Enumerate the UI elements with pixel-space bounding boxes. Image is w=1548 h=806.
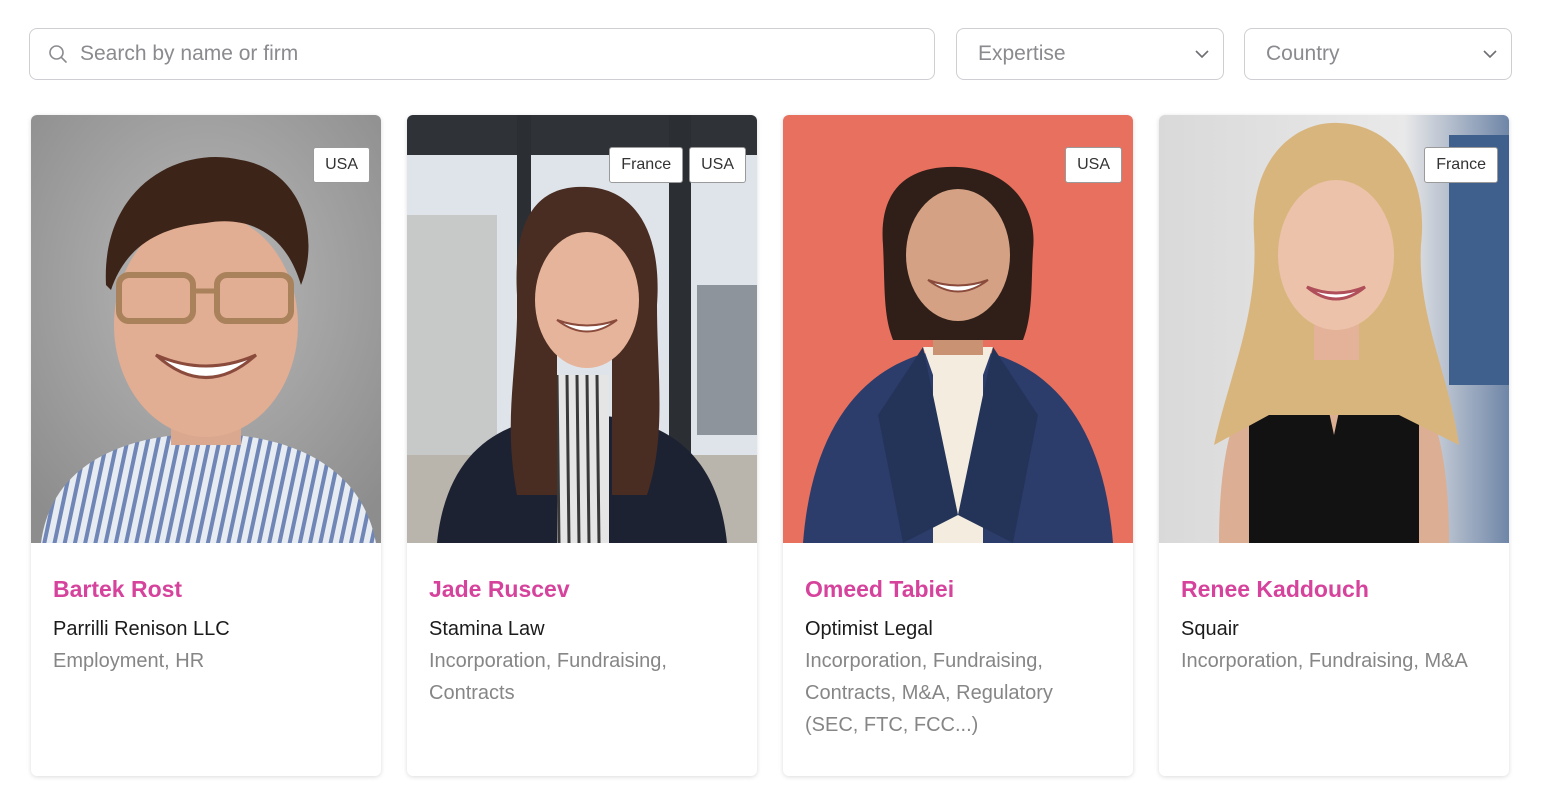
lawyer-name[interactable]: Omeed Tabiei: [805, 573, 1111, 605]
search-box[interactable]: [29, 28, 935, 80]
country-select-label: Country: [1266, 42, 1340, 65]
lawyer-name[interactable]: Jade Ruscev: [429, 573, 735, 605]
lawyer-photo: France USA: [407, 115, 757, 543]
country-badge: USA: [313, 147, 370, 183]
expertise-select-label: Expertise: [978, 42, 1066, 65]
lawyer-info: Jade Ruscev Stamina Law Incorporation, F…: [407, 543, 757, 709]
lawyer-card-jade-ruscev[interactable]: France USA Jade Ruscev Stamina Law Incor…: [407, 115, 757, 776]
lawyer-photo: USA: [783, 115, 1133, 543]
expertise-select[interactable]: Expertise: [956, 28, 1224, 80]
lawyer-info: Omeed Tabiei Optimist Legal Incorporatio…: [783, 543, 1133, 741]
lawyer-card-bartek-rost[interactable]: USA Bartek Rost Parrilli Renison LLC Emp…: [31, 115, 381, 776]
country-badges: USA: [1065, 147, 1122, 183]
lawyer-expertise: Employment, HR: [53, 650, 205, 672]
lawyer-card-omeed-tabiei[interactable]: USA Omeed Tabiei Optimist Legal Incorpor…: [783, 115, 1133, 776]
country-badge: USA: [689, 147, 746, 183]
lawyer-name[interactable]: Bartek Rost: [53, 573, 359, 605]
country-badges: France USA: [609, 147, 746, 183]
filters-bar: Expertise Country: [29, 28, 1512, 80]
chevron-down-icon: [1195, 50, 1209, 59]
lawyer-firm: Parrilli Renison LLC: [53, 618, 230, 640]
country-badge: France: [609, 147, 684, 183]
country-badge: USA: [1065, 147, 1122, 183]
lawyer-info: Renee Kaddouch Squair Incorporation, Fun…: [1159, 543, 1509, 677]
lawyer-photo: France: [1159, 115, 1509, 543]
lawyer-firm: Stamina Law: [429, 618, 545, 640]
lawyer-expertise: Incorporation, Fundraising, Contracts: [429, 650, 667, 704]
lawyer-firm: Squair: [1181, 618, 1239, 640]
country-badge: France: [1424, 147, 1498, 183]
search-icon: [49, 45, 67, 63]
lawyer-expertise: Incorporation, Fundraising, M&A: [1181, 650, 1468, 672]
lawyer-card-renee-kaddouch[interactable]: France Renee Kaddouch Squair Incorporati…: [1159, 115, 1509, 776]
country-badges: France: [1424, 147, 1498, 183]
search-input[interactable]: [80, 42, 880, 66]
country-badges: USA: [313, 147, 370, 183]
lawyer-info: Bartek Rost Parrilli Renison LLC Employm…: [31, 543, 381, 677]
lawyer-photo: USA: [31, 115, 381, 543]
lawyer-expertise: Incorporation, Fundraising, Contracts, M…: [805, 650, 1053, 736]
lawyer-name[interactable]: Renee Kaddouch: [1181, 573, 1487, 605]
chevron-down-icon: [1483, 50, 1497, 59]
country-select[interactable]: Country: [1244, 28, 1512, 80]
lawyer-firm: Optimist Legal: [805, 618, 933, 640]
